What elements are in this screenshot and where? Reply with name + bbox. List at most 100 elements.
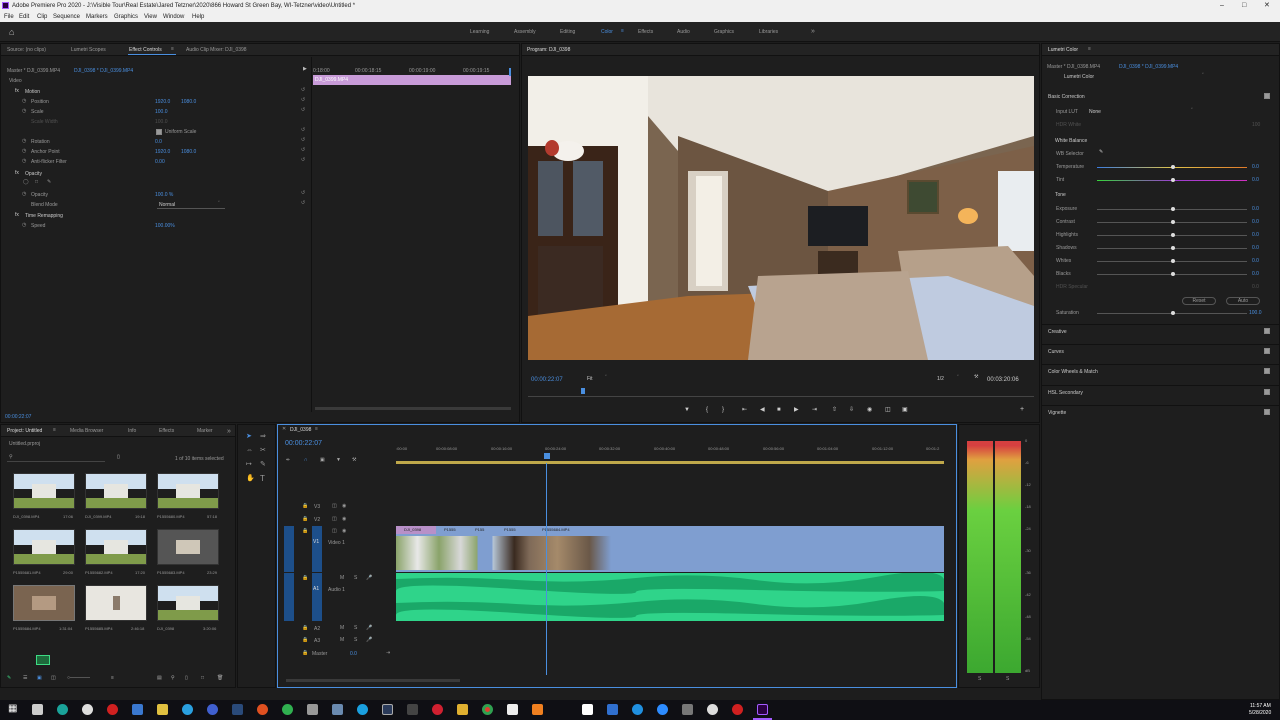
app-icon-lr[interactable] [382, 704, 393, 715]
chrome-icon[interactable] [482, 704, 493, 715]
curves-section[interactable]: Curves [1042, 344, 1280, 356]
eye-icon[interactable]: ◉ [342, 517, 346, 522]
lock-icon[interactable]: 🔒 [302, 529, 308, 534]
solo-right-button[interactable]: S [1006, 677, 1009, 682]
white-balance-header[interactable]: White Balance [1055, 139, 1087, 144]
new-item-icon[interactable]: □ [201, 676, 204, 681]
vignette-section[interactable]: Vignette [1042, 405, 1280, 417]
play-icon[interactable]: ▶ [794, 407, 799, 413]
steam-icon[interactable] [232, 704, 243, 715]
tab-info[interactable]: Info [128, 429, 136, 434]
slider-value[interactable]: 0.0 [1252, 207, 1259, 212]
lumetri-menu-icon[interactable]: ≡ [1088, 47, 1091, 52]
uniform-scale-checkbox[interactable] [156, 129, 162, 135]
tab-lumetri-scopes[interactable]: Lumetri Scopes [71, 48, 106, 53]
new-bin-icon[interactable]: ▯ [117, 455, 120, 460]
tab-effects[interactable]: Effects [159, 429, 174, 434]
minimize-button[interactable]: – [1220, 2, 1224, 9]
exposure-knob[interactable] [1171, 207, 1175, 211]
saturation-knob[interactable] [1171, 311, 1175, 315]
section-checkbox[interactable] [1264, 409, 1270, 415]
fx-value-2[interactable]: 1080.0 [181, 100, 196, 105]
button-editor-icon[interactable]: ▣ [902, 407, 908, 413]
menu-sequence[interactable]: Sequence [53, 14, 80, 20]
tab-menu-icon[interactable]: ≡ [171, 47, 174, 52]
stopwatch-icon[interactable]: ◷ [22, 223, 26, 228]
reset-icon[interactable]: ↺ [301, 138, 305, 143]
section-checkbox[interactable] [1264, 348, 1270, 354]
app-icon-box[interactable] [582, 704, 593, 715]
timeline-playhead-head[interactable] [544, 453, 550, 459]
clip-name-label[interactable]: DJI_0398 * DJI_0399.MP4 [74, 69, 133, 74]
fx-row[interactable]: ◷ Rotation 0.0 [1, 138, 311, 146]
menu-graphics[interactable]: Graphics [114, 14, 138, 20]
trash-icon[interactable]: 🗑 [217, 676, 223, 681]
saturation-value[interactable]: 100.0 [1249, 311, 1262, 316]
slider-value[interactable]: 0.0 [1252, 220, 1259, 225]
menu-edit[interactable]: Edit [19, 14, 29, 20]
blacks-knob[interactable] [1171, 272, 1175, 276]
go-to-out-icon[interactable]: ⇥ [812, 407, 817, 413]
section-checkbox[interactable] [1264, 389, 1270, 395]
sync-lock-icon[interactable]: ◫ [332, 529, 337, 534]
stopwatch-icon[interactable]: ◷ [22, 159, 26, 164]
reset-icon[interactable]: ↺ [301, 108, 305, 113]
razor-tool-icon[interactable]: ✂ [260, 447, 266, 454]
temperature-knob[interactable] [1171, 165, 1175, 169]
track-target-v1[interactable] [312, 526, 322, 572]
play-clip-icon[interactable]: ▶ [303, 67, 307, 72]
mic-icon[interactable]: 🎤 [366, 576, 372, 581]
highlights-slider-row[interactable]: Highlights 0.0 [1042, 232, 1280, 240]
app-icon-green[interactable] [282, 704, 293, 715]
app-icon-white[interactable] [507, 704, 518, 715]
fx-value[interactable]: 1920.0 [155, 150, 170, 155]
reset-icon[interactable]: ↺ [301, 148, 305, 153]
source-patch-a1[interactable] [284, 573, 294, 621]
freeform-view-icon[interactable]: ◫ [51, 676, 56, 681]
fx-row[interactable]: fx Opacity [1, 170, 311, 178]
color-wheels-section[interactable]: Color Wheels & Match [1042, 364, 1280, 376]
tint-slider-row[interactable]: Tint 0.0 [1042, 177, 1280, 185]
project-search-input[interactable]: ⚲ [7, 454, 105, 462]
go-to-end-icon[interactable]: ⇥ [386, 651, 390, 656]
timeline-horizontal-scrollbar[interactable] [286, 679, 460, 682]
edge-icon[interactable] [357, 704, 368, 715]
saturation-track[interactable] [1097, 311, 1247, 315]
fx-row[interactable]: ◷ Position 1920.0 1080.0 [1, 98, 311, 106]
app-icon-red[interactable] [432, 704, 443, 715]
track-header-v1[interactable]: 🔒 V1 ◫ ◉ Video 1 [284, 526, 394, 572]
new-bin-icon[interactable]: ▯ [185, 676, 188, 681]
pencil-icon[interactable]: ✎ [7, 676, 11, 681]
file-explorer-icon[interactable] [457, 704, 468, 715]
clip-thumb-strip[interactable] [396, 536, 611, 570]
fx-value[interactable]: 100.0 [155, 110, 168, 115]
track-header-v2[interactable]: 🔒 V2 ◫ ◉ [284, 514, 394, 526]
reset-icon[interactable]: ↺ [301, 128, 305, 133]
fx-row[interactable]: fx Time Remapping [1, 212, 311, 220]
wrench-icon[interactable]: ⚒ [974, 375, 978, 380]
timeline-ruler[interactable]: :00:00 00:00:08:00 00:00:16:00 00:00:24:… [396, 443, 948, 464]
calculator-icon[interactable] [32, 704, 43, 715]
tab-project[interactable]: Project: Untitled [7, 429, 42, 434]
ec-playhead[interactable] [509, 68, 511, 76]
clip-header-2[interactable]: P1555 [438, 526, 462, 534]
whites-track[interactable] [1097, 259, 1247, 263]
workspace-libraries[interactable]: Libraries [759, 30, 778, 35]
lumetri-preset-dropdown[interactable]: Lumetri Color ˇ [1064, 73, 1208, 81]
reset-icon[interactable]: ↺ [301, 191, 305, 196]
clip-header-4[interactable]: P1555 [494, 526, 518, 534]
menu-file[interactable]: File [4, 14, 14, 20]
program-video-frame[interactable] [528, 76, 1034, 360]
app-icon-record[interactable] [107, 704, 118, 715]
app-icon-settings[interactable] [132, 704, 143, 715]
shadows-track[interactable] [1097, 246, 1247, 250]
workspace-assembly[interactable]: Assembly [514, 30, 536, 35]
section-checkbox[interactable] [1264, 368, 1270, 374]
workspace-effects[interactable]: Effects [638, 30, 653, 35]
fx-row[interactable]: ◷ Speed 100.00% [1, 222, 311, 230]
highlights-knob[interactable] [1171, 233, 1175, 237]
selection-tool-icon[interactable]: ➤ [246, 433, 252, 440]
app-icon-globe[interactable] [82, 704, 93, 715]
shadows-knob[interactable] [1171, 246, 1175, 250]
add-marker-icon[interactable]: ▼ [336, 458, 341, 463]
